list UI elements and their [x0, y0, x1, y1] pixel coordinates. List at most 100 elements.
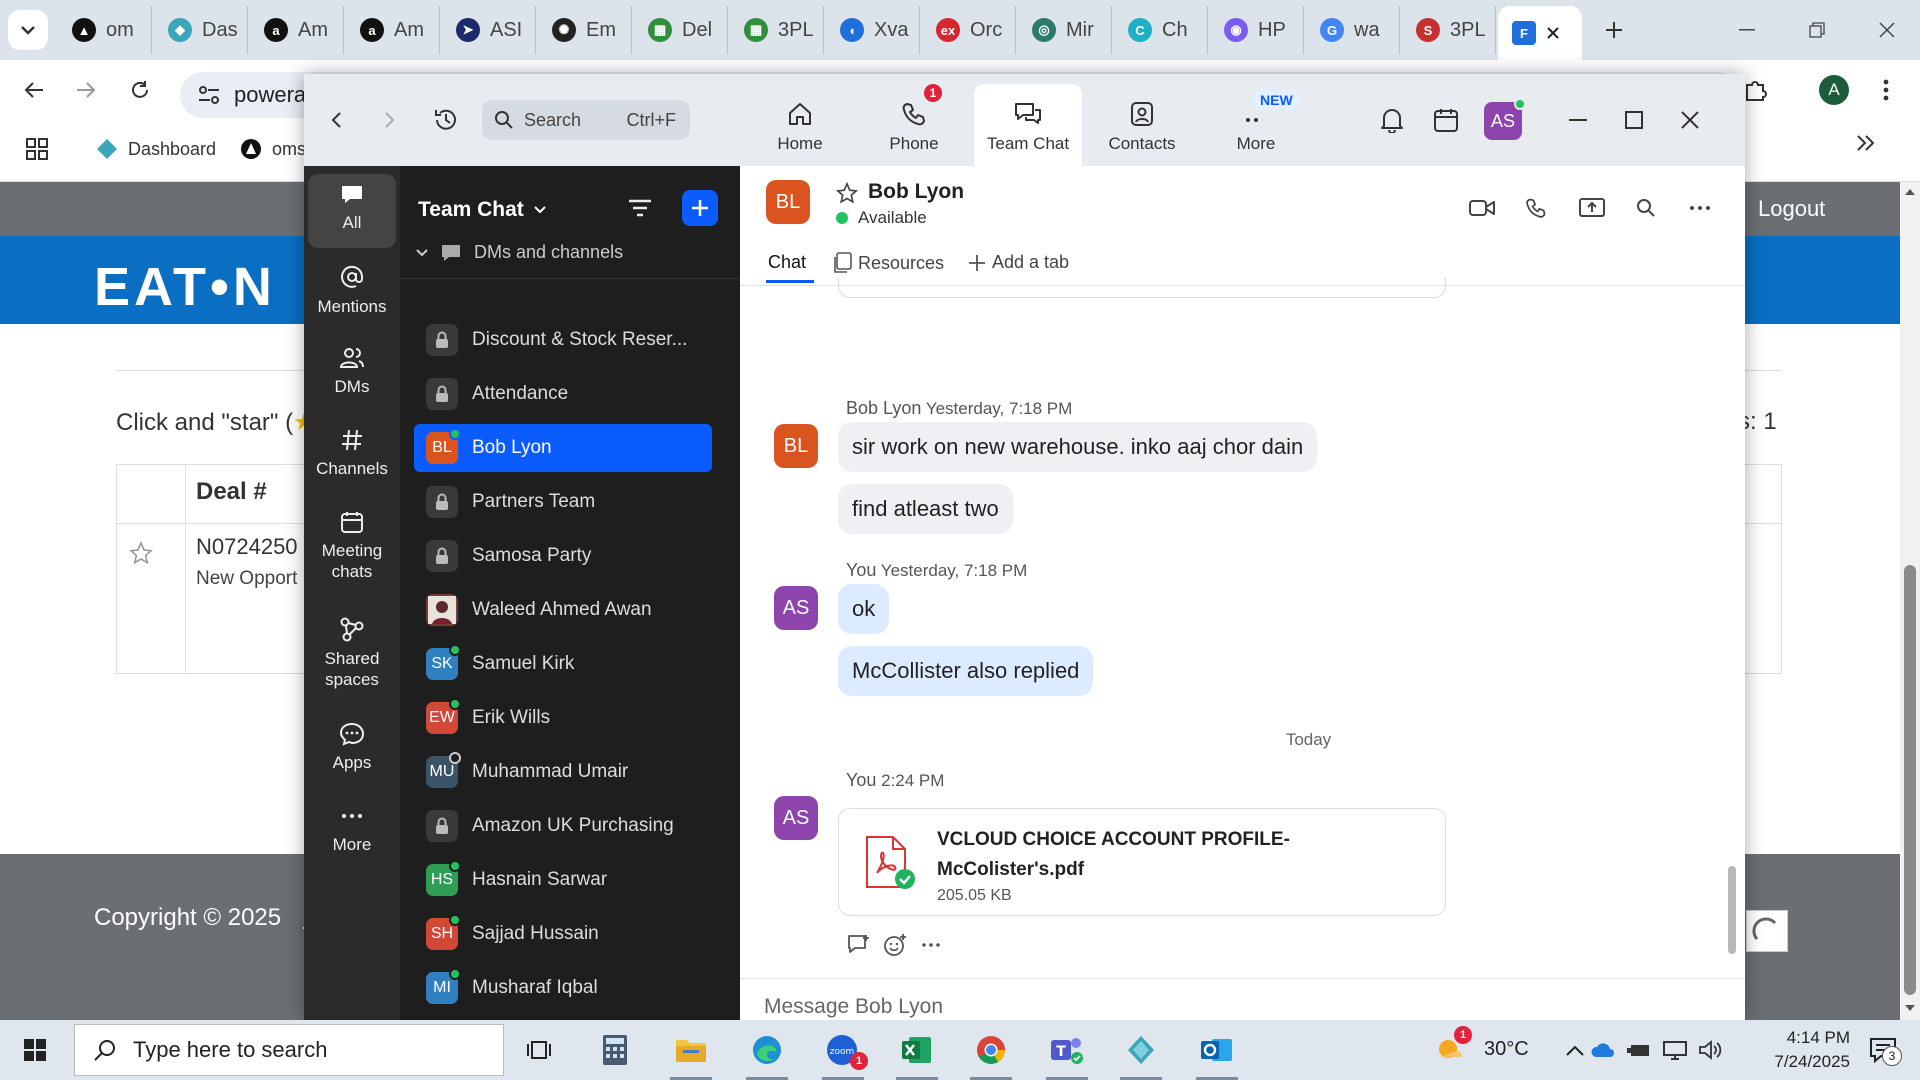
file-attachment-card[interactable]: VCLOUD CHOICE ACCOUNT PROFILE- McColiste…	[838, 808, 1446, 916]
zoom-user-avatar[interactable]: AS	[1484, 98, 1526, 140]
channel-item[interactable]: EW Erik Wills	[414, 694, 712, 742]
sender-avatar[interactable]: AS	[774, 796, 818, 840]
browser-tab[interactable]: ◉ HP	[1210, 6, 1304, 54]
browser-tab[interactable]: ◎ Mir	[1018, 6, 1112, 54]
zoom-maximize-button[interactable]	[1614, 102, 1654, 138]
chat-more-button[interactable]	[1680, 190, 1720, 226]
profile-button[interactable]: A	[1814, 70, 1854, 110]
taskbar-excel[interactable]	[894, 1028, 940, 1080]
channel-item[interactable]: BL Bob Lyon	[414, 424, 712, 472]
zoom-minimize-button[interactable]	[1558, 102, 1598, 138]
sender-avatar[interactable]: AS	[774, 586, 818, 630]
back-button[interactable]	[14, 70, 54, 110]
bookmarks-overflow-button[interactable]	[1856, 134, 1876, 152]
browser-tab[interactable]: ▦ 3PL	[730, 6, 824, 54]
audio-call-button[interactable]	[1516, 190, 1556, 226]
zoom-close-button[interactable]	[1670, 102, 1710, 138]
zoom-search-box[interactable]: Search Ctrl+F	[482, 100, 690, 140]
zoom-back-button[interactable]	[318, 102, 354, 138]
tab-contacts[interactable]: Contacts	[1088, 84, 1196, 166]
channel-item[interactable]: SK Samuel Kirk	[414, 640, 712, 688]
page-scrollbar-thumb[interactable]	[1904, 565, 1916, 995]
taskbar-zoom[interactable]: zoom 1	[820, 1028, 868, 1080]
browser-tab[interactable]: ◖ Xva	[826, 6, 920, 54]
channel-item[interactable]: Attendance	[414, 370, 712, 418]
taskbar-teams[interactable]: T	[1044, 1028, 1090, 1080]
zoom-forward-button[interactable]	[372, 102, 408, 138]
notifications-button[interactable]	[1374, 102, 1410, 138]
channel-item[interactable]: Samosa Party	[414, 532, 712, 580]
tab-more[interactable]: More NEW	[1202, 84, 1310, 166]
taskbar-search-box[interactable]: Type here to search	[74, 1024, 504, 1076]
sender-avatar[interactable]: BL	[774, 424, 818, 468]
chat-avatar[interactable]: BL	[766, 180, 810, 224]
taskbar-clock[interactable]: 4:14 PM 7/24/2025	[1740, 1026, 1850, 1074]
tab-phone[interactable]: Phone 1	[860, 84, 968, 166]
chat-message[interactable]: McCollister also replied	[838, 646, 1094, 696]
chat-subtab-chat[interactable]: Chat	[768, 252, 806, 273]
message-more-button[interactable]	[916, 930, 946, 960]
star-outline-icon[interactable]	[836, 182, 858, 204]
chat-scrollbar-thumb[interactable]	[1728, 866, 1736, 954]
task-view-button[interactable]	[516, 1028, 562, 1072]
rail-apps[interactable]: Apps	[308, 712, 396, 786]
reply-thread-button[interactable]	[844, 930, 874, 960]
browser-restore-button[interactable]	[1782, 0, 1852, 60]
new-tab-button[interactable]	[1580, 0, 1648, 60]
taskbar-app-diamond[interactable]	[1118, 1028, 1164, 1080]
add-reaction-button[interactable]	[880, 930, 910, 960]
tab-team-chat[interactable]: Team Chat	[974, 84, 1082, 166]
rail-shared-spaces[interactable]: Shared spaces	[308, 606, 396, 698]
browser-tab[interactable]: Gwa	[1306, 6, 1400, 54]
new-chat-button[interactable]	[682, 190, 718, 226]
bookmark-oms[interactable]: oms	[240, 138, 306, 160]
browser-tab[interactable]: ex Orc	[922, 6, 1016, 54]
reload-button[interactable]	[120, 70, 160, 110]
browser-tab[interactable]: ◆ Das	[154, 6, 248, 54]
calendar-button[interactable]	[1428, 102, 1464, 138]
browser-tab[interactable]: a Am	[250, 6, 344, 54]
network-icon-button[interactable]	[1658, 1028, 1692, 1072]
taskbar-calculator[interactable]	[592, 1028, 638, 1072]
zoom-history-button[interactable]	[426, 100, 466, 140]
browser-tab[interactable]: ▦ Del	[634, 6, 728, 54]
channel-item[interactable]: Amazon UK Purchasing	[414, 802, 712, 850]
rail-meeting-chats[interactable]: Meeting chats	[308, 500, 396, 592]
browser-tab[interactable]: ➤ ASI	[442, 6, 536, 54]
taskbar-chrome[interactable]	[968, 1028, 1014, 1080]
onedrive-icon-button[interactable]	[1586, 1028, 1620, 1072]
channel-item[interactable]: MI Musharaf Iqbal	[414, 964, 712, 1012]
chat-contact-name[interactable]: Bob Lyon	[868, 180, 964, 204]
temperature-text[interactable]: 30°C	[1484, 1038, 1529, 1061]
rail-more[interactable]: More	[308, 794, 396, 868]
file-name[interactable]: VCLOUD CHOICE ACCOUNT PROFILE- McColiste…	[937, 825, 1357, 885]
chat-message[interactable]: sir work on new warehouse. inko aaj chor…	[838, 422, 1318, 472]
scroll-down-icon[interactable]	[1904, 1004, 1916, 1012]
browser-minimize-button[interactable]	[1712, 0, 1782, 60]
notification-center-button[interactable]: 3	[1860, 1028, 1906, 1072]
browser-tab[interactable]: C Ch	[1114, 6, 1208, 54]
message-composer[interactable]: Message Bob Lyon	[740, 978, 1745, 1020]
browser-tab[interactable]: a Am	[346, 6, 440, 54]
browser-close-button[interactable]	[1852, 0, 1920, 60]
channel-item[interactable]: HS Hasnain Sarwar	[414, 856, 712, 904]
browser-menu-button[interactable]	[1866, 70, 1906, 110]
rail-mentions[interactable]: Mentions	[308, 254, 396, 328]
browser-tab[interactable]: S 3PL	[1402, 6, 1496, 54]
taskbar-edge[interactable]	[744, 1028, 790, 1080]
chat-subtab-add[interactable]: Add a tab	[968, 252, 1069, 273]
close-tab-icon[interactable]	[1546, 26, 1560, 40]
video-call-button[interactable]	[1462, 190, 1502, 226]
channel-item[interactable]: Waleed Ahmed Awan	[414, 586, 712, 634]
tab-active-zoom[interactable]: F	[1498, 6, 1582, 60]
rail-dms[interactable]: DMs	[308, 336, 396, 410]
channel-item[interactable]: SH Sajjad Hussain	[414, 910, 712, 958]
tab-home[interactable]: Home	[746, 84, 854, 166]
scroll-up-icon[interactable]	[1904, 188, 1916, 196]
rail-all[interactable]: All	[308, 174, 396, 248]
deal-number-link[interactable]: N0724250	[196, 534, 298, 560]
team-chat-title[interactable]: Team Chat	[418, 198, 546, 222]
taskbar-file-explorer[interactable]	[668, 1028, 714, 1080]
browser-tab[interactable]: ✺ Em	[538, 6, 632, 54]
bookmark-dashboard[interactable]: Dashboard	[96, 138, 216, 160]
